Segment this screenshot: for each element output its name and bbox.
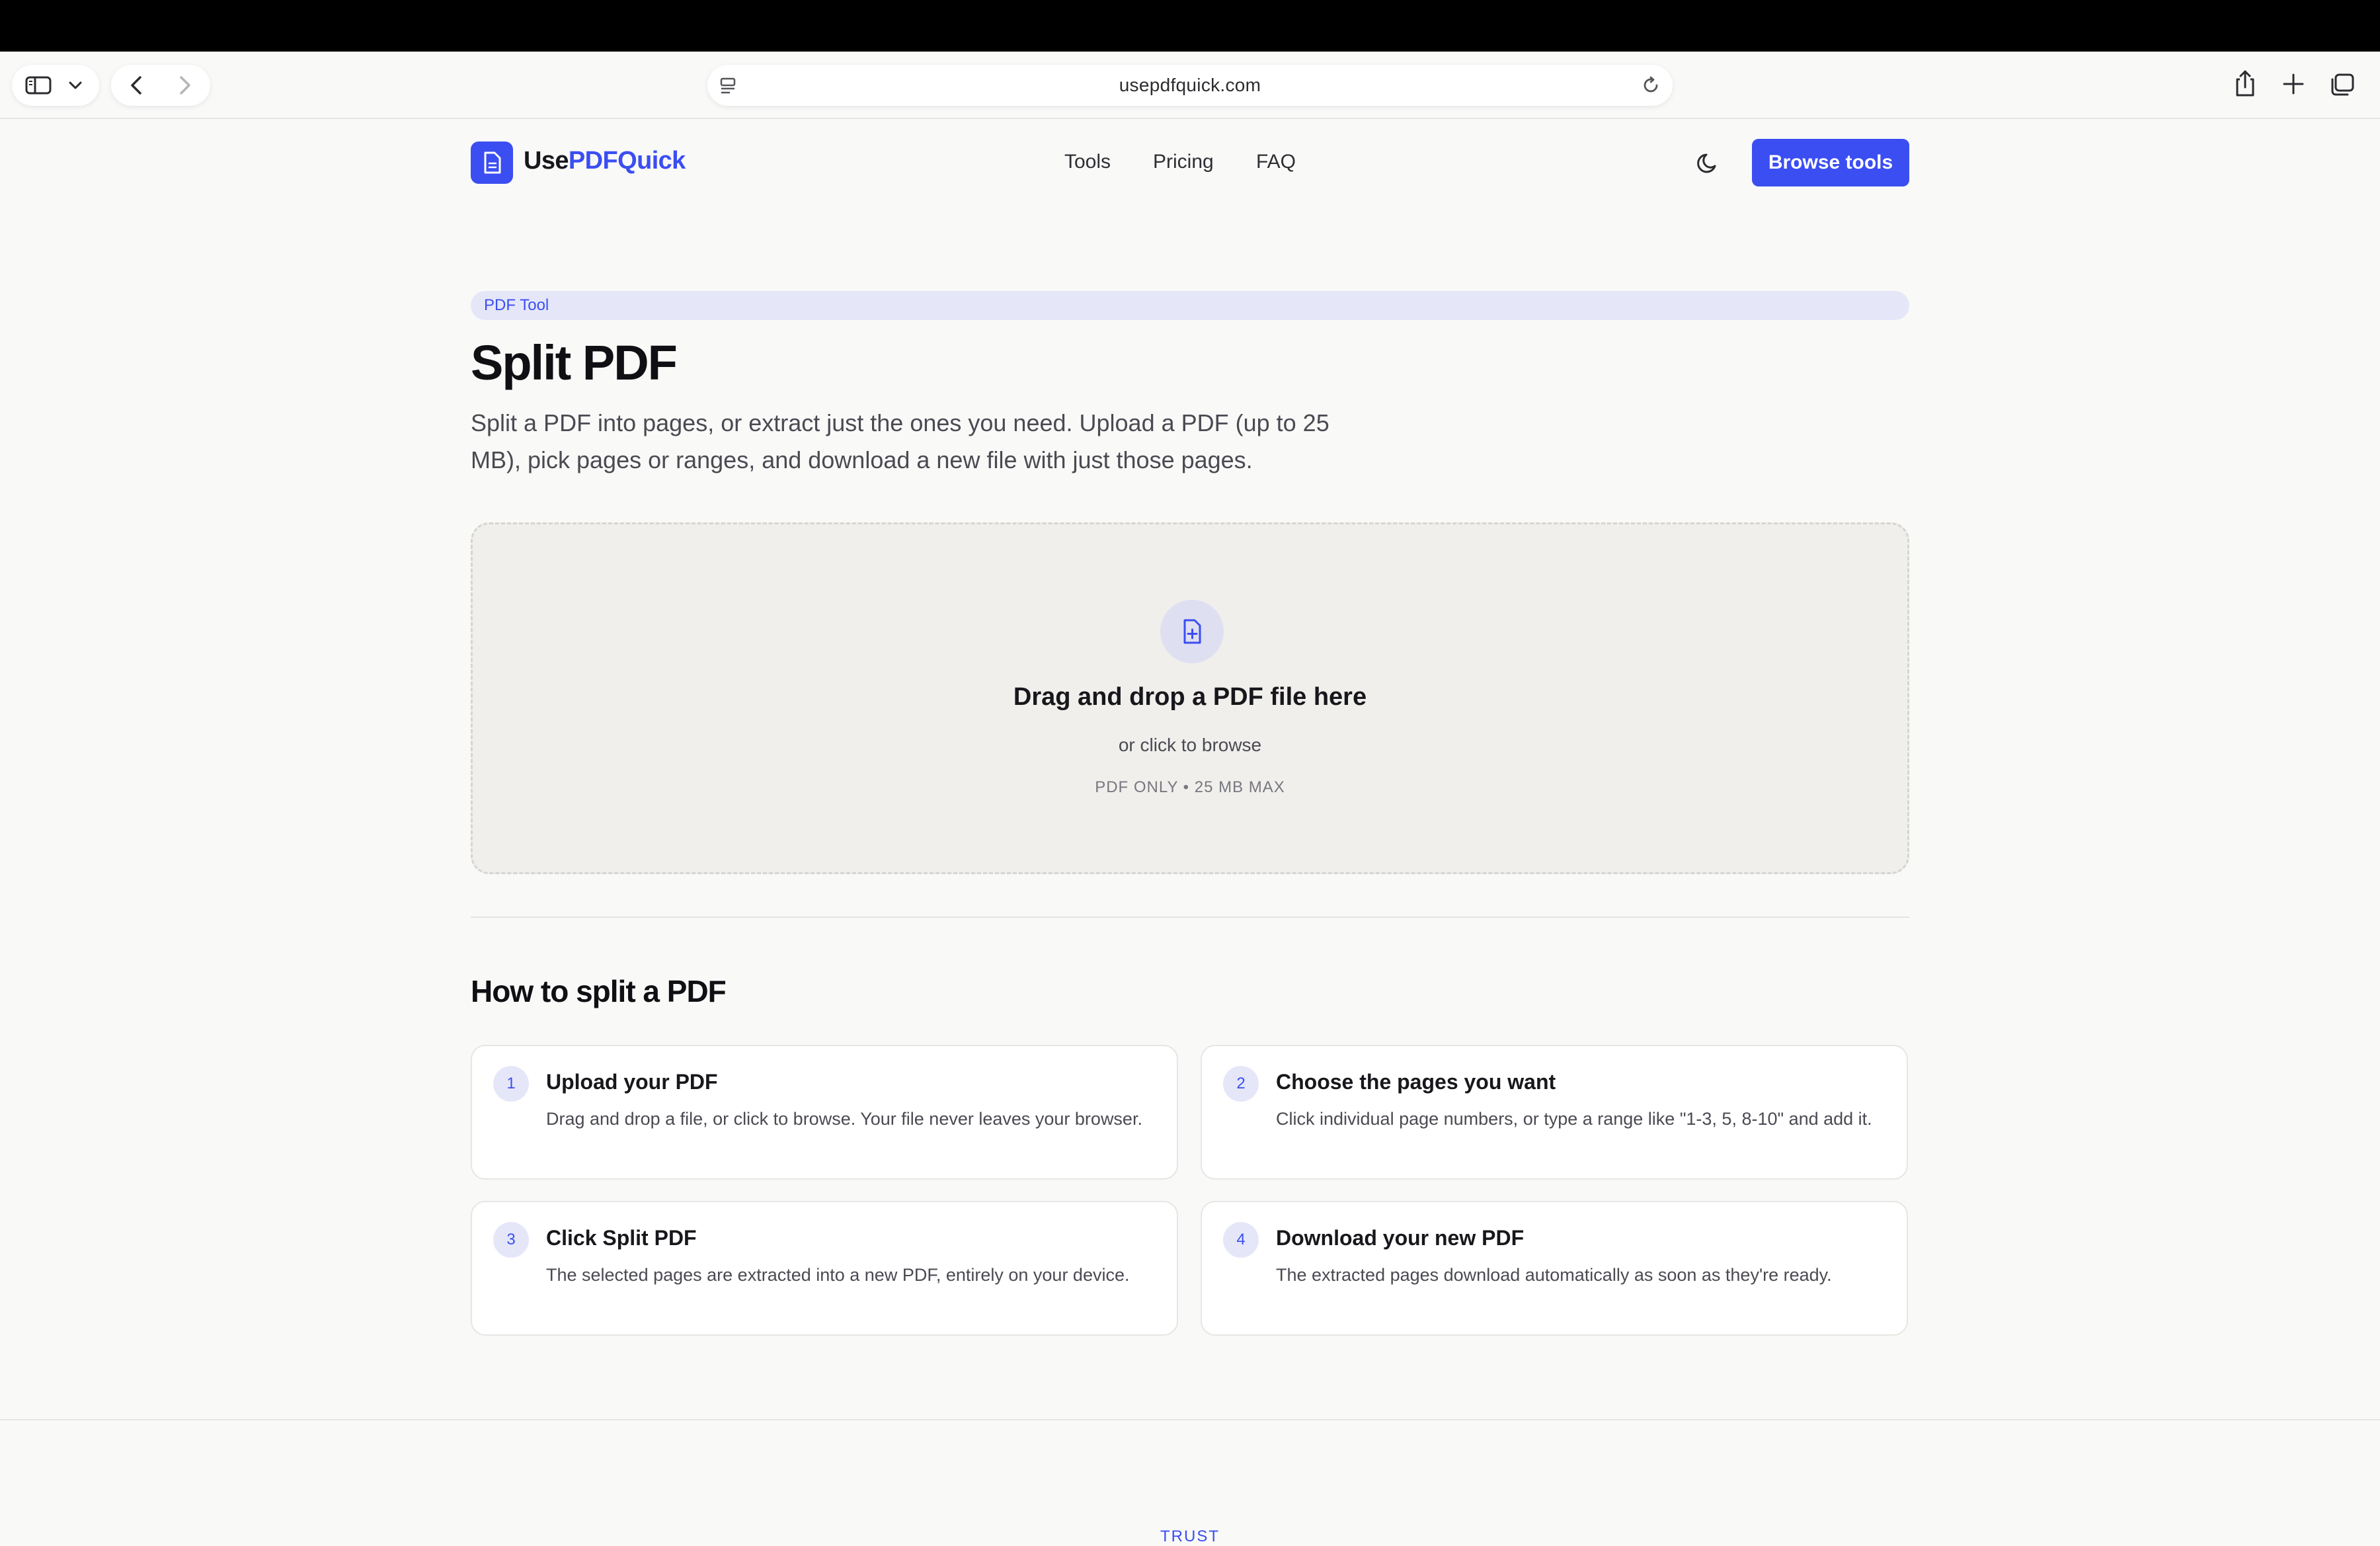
step-text: Click individual page numbers, or type a… (1276, 1109, 1872, 1129)
dropzone-title: Drag and drop a PDF file here (1013, 683, 1367, 711)
address-bar[interactable]: usepdfquick.com (707, 65, 1673, 106)
file-dropzone[interactable]: Drag and drop a PDF file here or click t… (471, 522, 1909, 874)
dropzone-constraints: PDF ONLY • 25 MB MAX (1095, 778, 1285, 796)
new-tab-icon[interactable] (2282, 73, 2305, 95)
trust-section-label: TRUST (1160, 1527, 1220, 1545)
logo-icon[interactable] (471, 142, 513, 184)
step-number: 1 (493, 1066, 529, 1102)
step-number: 2 (1223, 1066, 1259, 1102)
sidebar-toggle-group[interactable] (12, 65, 99, 106)
step-text: The extracted pages download automatical… (1276, 1265, 1832, 1285)
page-title: Split PDF (471, 335, 678, 390)
nav-tools[interactable]: Tools (1064, 151, 1111, 173)
navigation-buttons (111, 65, 210, 106)
dark-mode-toggle-icon[interactable] (1695, 149, 1722, 179)
share-icon[interactable] (2233, 69, 2257, 98)
step-text: The selected pages are extracted into a … (546, 1265, 1130, 1285)
tab-overview-icon[interactable] (2330, 73, 2355, 97)
tool-badge: PDF Tool (471, 291, 1909, 320)
step-card: 2 Choose the pages you want Click indivi… (1201, 1045, 1908, 1180)
browser-toolbar: usepdfquick.com (0, 52, 2380, 119)
section-divider (0, 1419, 2380, 1420)
step-number: 3 (493, 1222, 529, 1258)
step-card: 4 Download your new PDF The extracted pa… (1201, 1201, 1908, 1336)
dropzone-subtitle: or click to browse (1118, 735, 1262, 755)
forward-icon[interactable] (175, 75, 194, 96)
howto-title: How to split a PDF (471, 974, 727, 1008)
step-card: 1 Upload your PDF Drag and drop a file, … (471, 1045, 1178, 1180)
file-plus-icon (1160, 600, 1224, 663)
logo-suffix: PDFQuick (568, 147, 686, 175)
step-title: Download your new PDF (1276, 1226, 1525, 1250)
system-status-bar (0, 0, 2380, 52)
back-icon[interactable] (127, 75, 147, 96)
nav-pricing[interactable]: Pricing (1153, 151, 1214, 173)
sidebar-icon[interactable] (25, 75, 52, 95)
step-title: Upload your PDF (546, 1070, 718, 1094)
chevron-down-icon[interactable] (67, 78, 83, 93)
step-title: Click Split PDF (546, 1226, 697, 1250)
url-text: usepdfquick.com (1119, 75, 1261, 95)
browse-tools-button[interactable]: Browse tools (1752, 139, 1909, 186)
section-divider (471, 916, 1909, 918)
page-menu-icon[interactable] (718, 76, 738, 96)
logo-prefix: Use (524, 147, 569, 175)
reload-icon[interactable] (1641, 75, 1661, 95)
step-number: 4 (1223, 1222, 1259, 1258)
page-description: Split a PDF into pages, or extract just … (471, 409, 1329, 473)
nav-faq[interactable]: FAQ (1256, 151, 1296, 173)
step-text: Drag and drop a file, or click to browse… (546, 1109, 1142, 1129)
step-title: Choose the pages you want (1276, 1070, 1556, 1094)
site-logo[interactable]: UsePDFQuick (524, 147, 686, 175)
step-card: 3 Click Split PDF The selected pages are… (471, 1201, 1178, 1336)
